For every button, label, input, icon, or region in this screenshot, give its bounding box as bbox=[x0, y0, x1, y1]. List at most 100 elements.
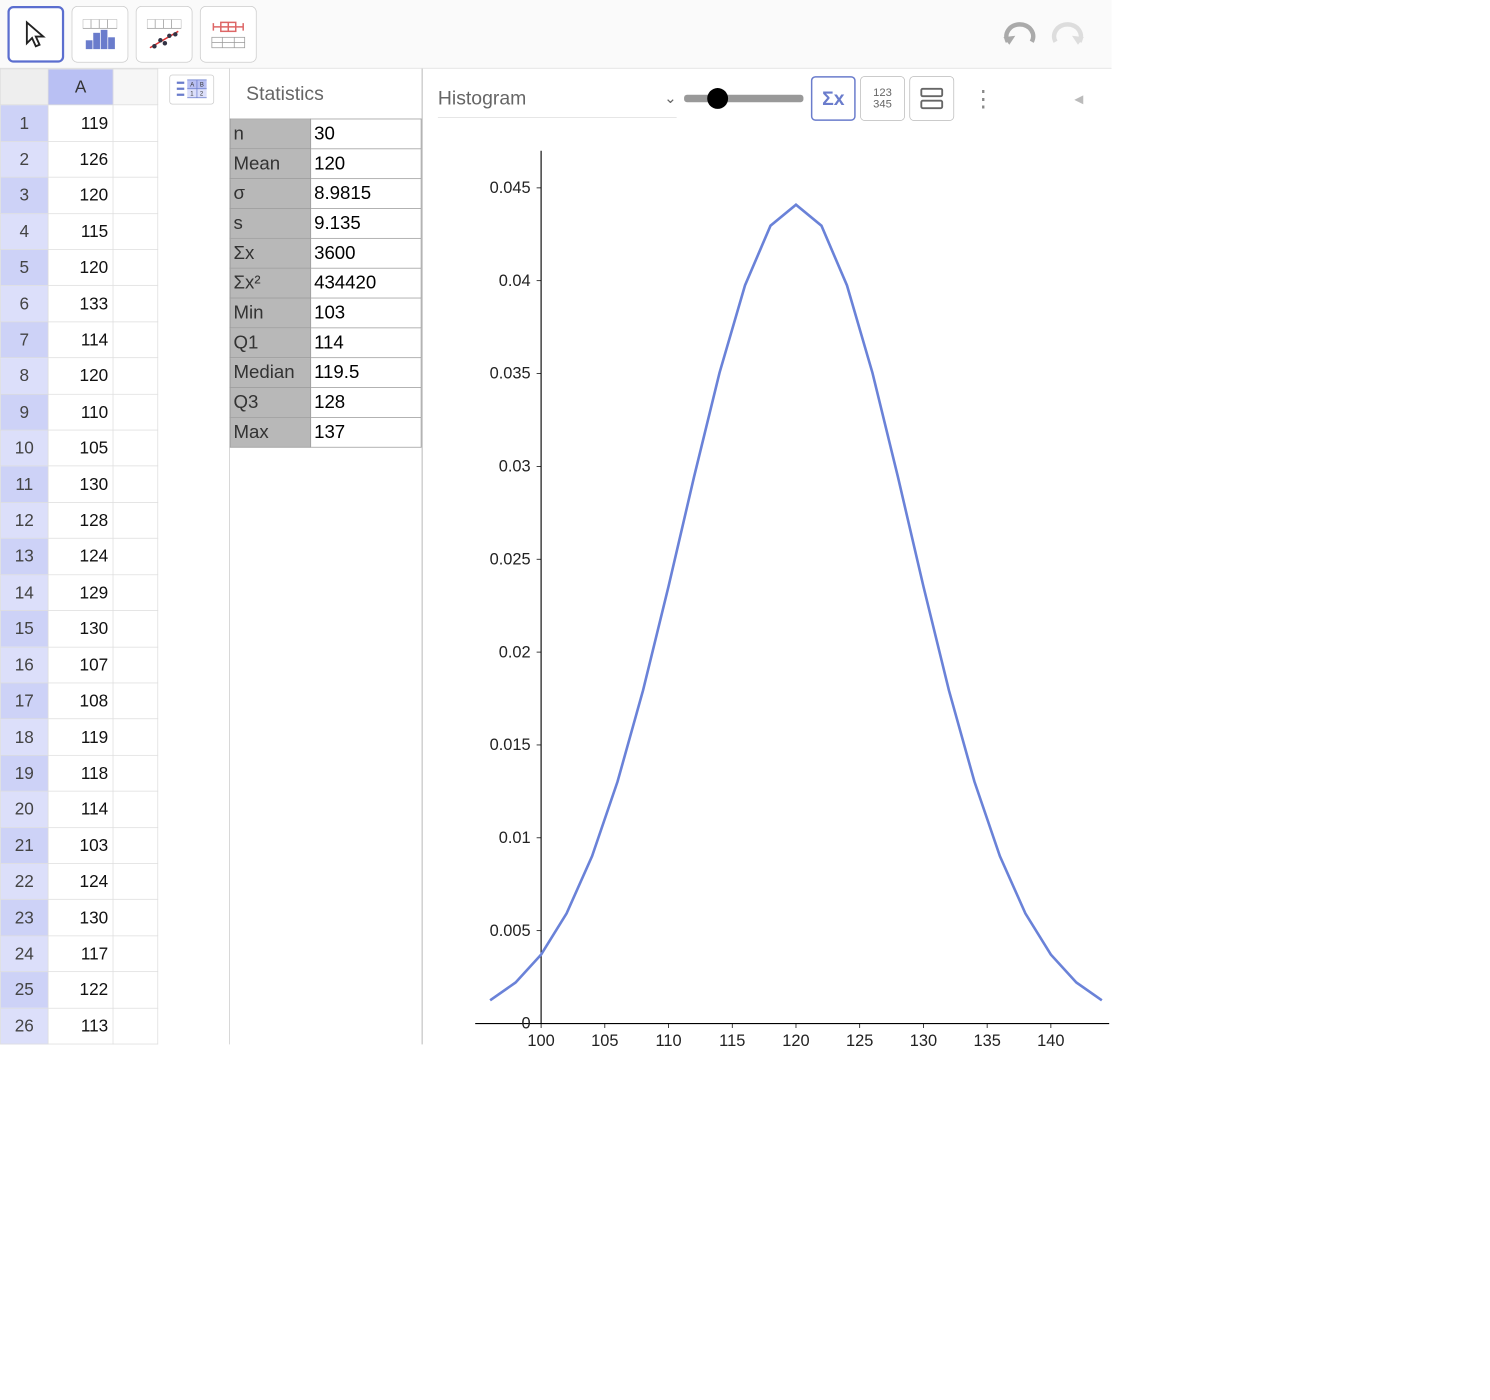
row-header[interactable]: 14 bbox=[0, 575, 48, 611]
stat-label: Σx bbox=[230, 238, 311, 268]
cell[interactable]: 120 bbox=[48, 358, 113, 394]
cell[interactable]: 129 bbox=[48, 575, 113, 611]
cell[interactable]: 130 bbox=[48, 466, 113, 502]
row-header[interactable]: 15 bbox=[0, 611, 48, 647]
svg-text:A: A bbox=[190, 83, 194, 89]
row-header[interactable]: 1 bbox=[0, 105, 48, 141]
cell[interactable]: 117 bbox=[48, 936, 113, 972]
spreadsheet[interactable]: A111921263120411551206133711481209110101… bbox=[0, 69, 158, 1045]
cell[interactable]: 124 bbox=[48, 863, 113, 899]
column-header[interactable]: A bbox=[48, 69, 113, 105]
svg-text:0.04: 0.04 bbox=[499, 272, 531, 290]
row-header[interactable]: 6 bbox=[0, 286, 48, 322]
row-header[interactable]: 24 bbox=[0, 936, 48, 972]
sheet-format-icon[interactable]: AB12 bbox=[169, 75, 214, 105]
cell[interactable]: 120 bbox=[48, 177, 113, 213]
slider-thumb[interactable] bbox=[707, 88, 728, 109]
row-header[interactable]: 4 bbox=[0, 213, 48, 249]
cell[interactable]: 110 bbox=[48, 394, 113, 430]
cell[interactable]: 128 bbox=[48, 502, 113, 538]
cell[interactable]: 120 bbox=[48, 250, 113, 286]
cell[interactable]: 118 bbox=[48, 755, 113, 791]
stat-label: s bbox=[230, 209, 311, 239]
row-header[interactable]: 7 bbox=[0, 322, 48, 358]
row-header[interactable]: 25 bbox=[0, 972, 48, 1008]
row-header[interactable]: 13 bbox=[0, 538, 48, 574]
stat-value: 120 bbox=[311, 149, 421, 179]
row-header[interactable]: 12 bbox=[0, 502, 48, 538]
undo-button[interactable] bbox=[998, 13, 1040, 55]
row-header[interactable]: 11 bbox=[0, 466, 48, 502]
svg-text:130: 130 bbox=[910, 1032, 937, 1050]
svg-text:0.045: 0.045 bbox=[490, 179, 531, 197]
row-header[interactable]: 17 bbox=[0, 683, 48, 719]
svg-text:140: 140 bbox=[1037, 1032, 1064, 1050]
chart-type-dropdown[interactable]: Histogram ⌄ bbox=[438, 79, 677, 118]
cell[interactable]: 105 bbox=[48, 430, 113, 466]
chart-type-label: Histogram bbox=[438, 87, 526, 110]
cell[interactable]: 113 bbox=[48, 1008, 113, 1044]
histogram-tool-button[interactable] bbox=[72, 6, 129, 63]
cell[interactable]: 130 bbox=[48, 611, 113, 647]
cell[interactable]: 119 bbox=[48, 719, 113, 755]
svg-text:B: B bbox=[200, 83, 204, 89]
cell[interactable]: 130 bbox=[48, 900, 113, 936]
row-header[interactable]: 26 bbox=[0, 1008, 48, 1044]
svg-text:115: 115 bbox=[719, 1032, 745, 1050]
row-header[interactable]: 10 bbox=[0, 430, 48, 466]
row-header[interactable]: 8 bbox=[0, 358, 48, 394]
stat-label: σ bbox=[230, 179, 311, 209]
row-header[interactable]: 19 bbox=[0, 755, 48, 791]
stat-value: 3600 bbox=[311, 238, 421, 268]
svg-text:110: 110 bbox=[655, 1032, 681, 1050]
row-header[interactable]: 22 bbox=[0, 863, 48, 899]
bin-width-slider[interactable] bbox=[684, 95, 803, 102]
row-header[interactable]: 9 bbox=[0, 394, 48, 430]
boxplot-tool-button[interactable] bbox=[200, 6, 257, 63]
cell[interactable]: 114 bbox=[48, 791, 113, 827]
numbers-button[interactable]: 123345 bbox=[860, 76, 905, 121]
svg-text:0.03: 0.03 bbox=[499, 458, 531, 476]
row-header[interactable]: 21 bbox=[0, 827, 48, 863]
cell[interactable]: 133 bbox=[48, 286, 113, 322]
row-header[interactable]: 20 bbox=[0, 791, 48, 827]
cell[interactable]: 124 bbox=[48, 538, 113, 574]
collapse-panel-button[interactable]: ◂ bbox=[1061, 88, 1097, 110]
svg-text:125: 125 bbox=[846, 1032, 873, 1050]
row-header[interactable]: 18 bbox=[0, 719, 48, 755]
svg-text:0: 0 bbox=[522, 1015, 531, 1033]
svg-text:0.025: 0.025 bbox=[490, 550, 531, 568]
cell[interactable]: 114 bbox=[48, 322, 113, 358]
statistics-table: n30Mean120σ8.9815s9.135Σx3600Σx²434420Mi… bbox=[230, 119, 422, 448]
cell[interactable]: 107 bbox=[48, 647, 113, 683]
row-header[interactable]: 3 bbox=[0, 177, 48, 213]
cell[interactable]: 122 bbox=[48, 972, 113, 1008]
cell[interactable]: 119 bbox=[48, 105, 113, 141]
scatter-tool-button[interactable] bbox=[136, 6, 193, 63]
statistics-title: Statistics bbox=[230, 69, 422, 119]
svg-text:0.005: 0.005 bbox=[490, 922, 531, 940]
row-header[interactable]: 16 bbox=[0, 647, 48, 683]
cell[interactable]: 115 bbox=[48, 213, 113, 249]
cell[interactable]: 108 bbox=[48, 683, 113, 719]
more-options-button[interactable]: ⋮ bbox=[962, 85, 1005, 111]
row-header[interactable]: 2 bbox=[0, 141, 48, 177]
stat-value: 128 bbox=[311, 388, 421, 418]
cursor-tool-button[interactable] bbox=[7, 6, 64, 63]
svg-text:0.02: 0.02 bbox=[499, 643, 531, 661]
svg-text:105: 105 bbox=[591, 1032, 618, 1050]
stat-label: Median bbox=[230, 358, 311, 388]
stat-value: 114 bbox=[311, 328, 421, 358]
svg-text:100: 100 bbox=[527, 1032, 554, 1050]
cell[interactable]: 126 bbox=[48, 141, 113, 177]
cell[interactable]: 103 bbox=[48, 827, 113, 863]
row-header[interactable]: 5 bbox=[0, 250, 48, 286]
toolbar bbox=[0, 0, 1112, 69]
svg-text:0.035: 0.035 bbox=[490, 365, 531, 383]
redo-button[interactable] bbox=[1047, 13, 1089, 55]
sigma-x-button[interactable]: Σx bbox=[811, 76, 856, 121]
layout-button[interactable] bbox=[909, 76, 954, 121]
density-chart: 00.0050.010.0150.020.0250.030.0350.040.0… bbox=[423, 128, 1109, 1068]
row-header[interactable]: 23 bbox=[0, 900, 48, 936]
stat-value: 434420 bbox=[311, 268, 421, 298]
